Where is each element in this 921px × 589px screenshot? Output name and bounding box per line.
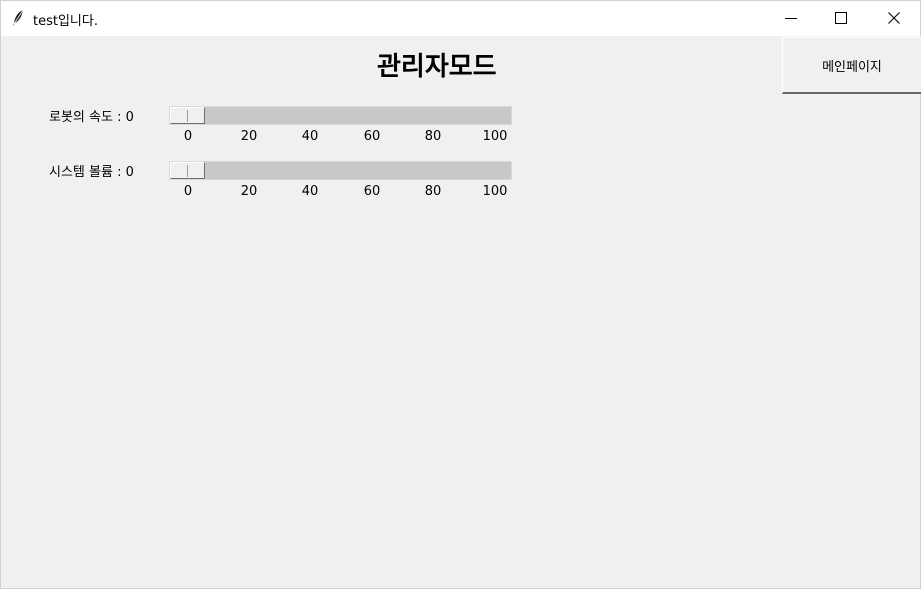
close-button[interactable] <box>868 1 920 35</box>
feather-icon <box>11 9 25 27</box>
main-content: 관리자모드 메인페이지 로봇의 속도 : 0 0 20 40 60 80 100… <box>1 36 921 588</box>
volume-tick-0: 0 <box>183 184 193 199</box>
volume-tick-80: 80 <box>424 184 442 199</box>
volume-tick-20: 20 <box>240 184 258 199</box>
app-window: test입니다. 관리자모드 메인페이지 로봇의 속도 : 0 0 20 40 … <box>0 0 921 589</box>
speed-tick-0: 0 <box>183 129 193 144</box>
page-title: 관리자모드 <box>377 52 497 82</box>
title-bar[interactable]: test입니다. <box>1 1 920 36</box>
robot-speed-label: 로봇의 속도 : 0 <box>49 110 134 125</box>
close-icon <box>888 12 900 24</box>
volume-tick-60: 60 <box>363 184 381 199</box>
minimize-button[interactable] <box>765 1 817 35</box>
system-volume-label: 시스템 볼륨 : 0 <box>49 165 134 180</box>
system-volume-slider[interactable] <box>169 161 512 180</box>
speed-tick-20: 20 <box>240 129 258 144</box>
robot-speed-slider-thumb[interactable] <box>170 107 205 124</box>
maximize-button[interactable] <box>815 1 867 35</box>
minimize-icon <box>785 18 797 19</box>
maximize-icon <box>835 12 847 24</box>
system-volume-slider-thumb[interactable] <box>170 162 205 179</box>
speed-tick-100: 100 <box>482 129 508 144</box>
speed-tick-60: 60 <box>363 129 381 144</box>
robot-speed-slider[interactable] <box>169 106 512 125</box>
speed-tick-40: 40 <box>301 129 319 144</box>
window-title: test입니다. <box>33 14 98 29</box>
speed-tick-80: 80 <box>424 129 442 144</box>
volume-tick-100: 100 <box>482 184 508 199</box>
volume-tick-40: 40 <box>301 184 319 199</box>
main-page-button[interactable]: 메인페이지 <box>782 37 921 94</box>
